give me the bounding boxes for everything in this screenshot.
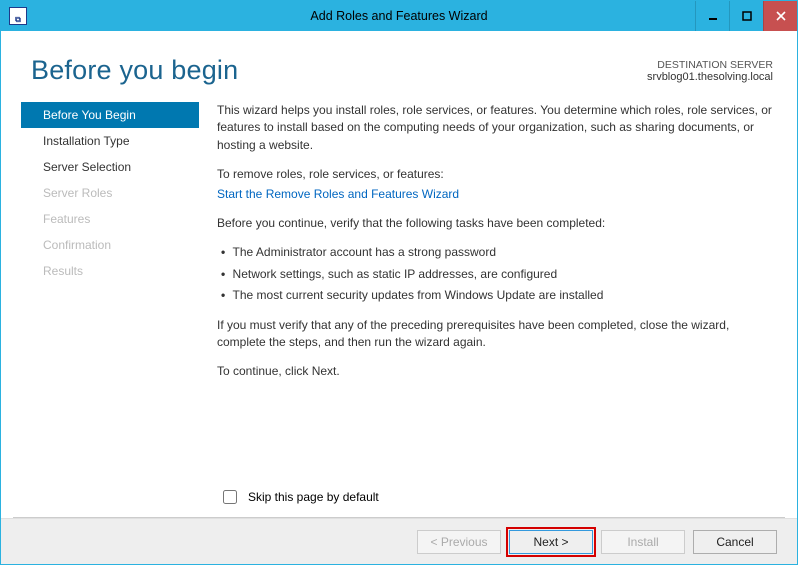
minimize-button[interactable] xyxy=(695,1,729,31)
maximize-button[interactable] xyxy=(729,1,763,31)
step-installation-type[interactable]: Installation Type xyxy=(21,128,199,154)
step-label: Before You Begin xyxy=(43,108,136,122)
continue-note: To continue, click Next. xyxy=(217,363,773,380)
prereq-item: Network settings, such as static IP addr… xyxy=(221,266,773,283)
step-label: Results xyxy=(43,264,83,278)
header-row: Before you begin DESTINATION SERVER srvb… xyxy=(1,31,797,96)
close-button[interactable] xyxy=(763,1,797,31)
remove-roles-link[interactable]: Start the Remove Roles and Features Wiza… xyxy=(217,187,459,201)
step-results: Results xyxy=(21,258,199,284)
prereq-list: The Administrator account has a strong p… xyxy=(217,244,773,304)
step-label: Server Selection xyxy=(43,160,131,174)
previous-button: < Previous xyxy=(417,530,501,554)
window-buttons xyxy=(695,1,797,31)
body-row: Before You Begin Installation Type Serve… xyxy=(1,96,797,481)
step-before-you-begin[interactable]: Before You Begin xyxy=(21,102,199,128)
next-button[interactable]: Next > xyxy=(509,530,593,554)
skip-page-label: Skip this page by default xyxy=(248,490,379,504)
step-confirmation: Confirmation xyxy=(21,232,199,258)
window-title: Add Roles and Features Wizard xyxy=(1,9,797,23)
page-title: Before you begin xyxy=(31,55,647,86)
titlebar: ⧉ Add Roles and Features Wizard xyxy=(1,1,797,31)
step-label: Installation Type xyxy=(43,134,130,148)
wizard-window: ⧉ Add Roles and Features Wizard Before y… xyxy=(0,0,798,565)
step-server-roles: Server Roles xyxy=(21,180,199,206)
intro-text: This wizard helps you install roles, rol… xyxy=(217,102,773,154)
install-button: Install xyxy=(601,530,685,554)
step-server-selection[interactable]: Server Selection xyxy=(21,154,199,180)
content-area: Before you begin DESTINATION SERVER srvb… xyxy=(1,31,797,564)
app-icon: ⧉ xyxy=(9,7,27,25)
cancel-button[interactable]: Cancel xyxy=(693,530,777,554)
remove-heading: To remove roles, role services, or featu… xyxy=(217,166,773,183)
step-label: Features xyxy=(43,212,90,226)
prereq-item: The most current security updates from W… xyxy=(221,287,773,304)
verify-note: If you must verify that any of the prece… xyxy=(217,317,773,352)
skip-page-checkbox[interactable] xyxy=(223,490,237,504)
wizard-steps-sidebar: Before You Begin Installation Type Serve… xyxy=(21,102,199,481)
skip-row: Skip this page by default xyxy=(1,481,797,517)
destination-name: srvblog01.thesolving.local xyxy=(647,71,773,83)
footer-buttons: < Previous Next > Install Cancel xyxy=(1,518,797,564)
step-label: Server Roles xyxy=(43,186,112,200)
main-panel: This wizard helps you install roles, rol… xyxy=(217,96,773,481)
prereq-item: The Administrator account has a strong p… xyxy=(221,244,773,261)
step-features: Features xyxy=(21,206,199,232)
destination-label: DESTINATION SERVER xyxy=(647,59,773,71)
verify-heading: Before you continue, verify that the fol… xyxy=(217,215,773,232)
destination-block: DESTINATION SERVER srvblog01.thesolving.… xyxy=(647,59,773,83)
step-label: Confirmation xyxy=(43,238,111,252)
